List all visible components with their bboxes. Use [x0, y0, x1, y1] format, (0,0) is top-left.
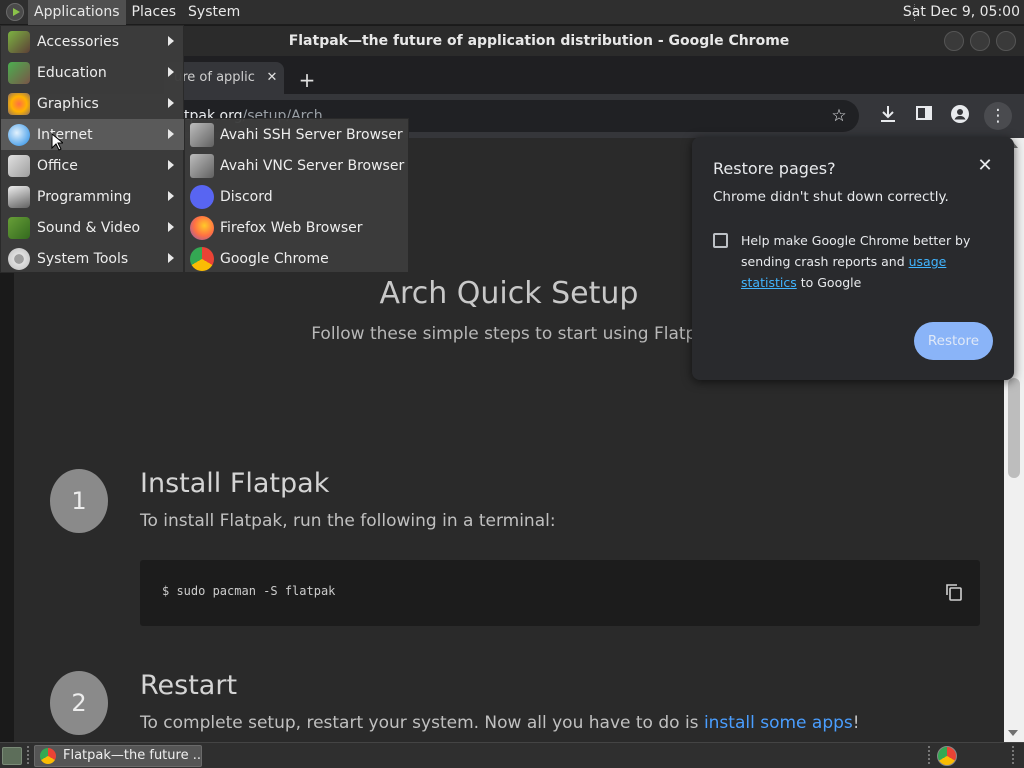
panel-handle [1012, 746, 1016, 764]
crash-report-label: Help make Google Chrome better by sendin… [741, 230, 991, 293]
tab-close-icon[interactable]: ✕ [264, 62, 280, 94]
menu-kebab-icon[interactable]: ⋮ [984, 102, 1012, 130]
restore-pages-dialog: Restore pages? ✕ Chrome didn't shut down… [692, 137, 1014, 380]
bookmark-star-icon[interactable]: ☆ [827, 104, 851, 128]
education-icon [8, 61, 30, 84]
applications-menu-button[interactable]: Applications [28, 0, 126, 25]
submenu-item-label: Google Chrome [220, 250, 329, 267]
firefox-icon [190, 215, 214, 240]
accessories-icon [8, 30, 30, 53]
internet-submenu: Avahi SSH Server Browser Avahi VNC Serve… [184, 118, 409, 273]
chrome-icon [40, 748, 56, 764]
submenu-item-google-chrome[interactable]: Google Chrome [185, 243, 410, 274]
programming-icon [8, 185, 30, 208]
menu-item-accessories[interactable]: Accessories [1, 26, 185, 57]
code-block: $ sudo pacman -S flatpak [140, 560, 980, 626]
step-1-title: Install Flatpak [140, 468, 330, 499]
graphics-icon [8, 92, 30, 115]
office-icon [8, 154, 30, 177]
menu-item-sound-video[interactable]: Sound & Video [1, 212, 185, 243]
bottom-panel: Flatpak—the future ... [0, 742, 1024, 768]
clock[interactable]: Sat Dec 9, 05:00 [903, 0, 1020, 25]
menu-item-internet[interactable]: Internet [1, 119, 185, 150]
avahi-icon [190, 122, 214, 147]
copy-icon[interactable] [944, 582, 964, 602]
submenu-item-label: Discord [220, 188, 273, 205]
step-2-suffix: ! [852, 713, 860, 733]
submenu-item-firefox[interactable]: Firefox Web Browser [185, 212, 410, 243]
side-panel-icon[interactable] [912, 104, 936, 128]
submenu-item-label: Avahi SSH Server Browser [220, 126, 403, 143]
close-icon[interactable]: ✕ [974, 155, 996, 177]
submenu-arrow-icon [168, 129, 174, 139]
taskbar-label: Flatpak—the future ... [63, 748, 202, 763]
step-1-description: To install Flatpak, run the following in… [140, 511, 556, 531]
panel-handle [27, 746, 31, 764]
submenu-arrow-icon [168, 36, 174, 46]
menu-item-label: Graphics [37, 95, 99, 112]
profile-icon[interactable] [948, 104, 972, 128]
step-2-number: 2 [50, 671, 108, 735]
show-desktop-icon[interactable] [2, 747, 22, 765]
discord-icon [190, 184, 214, 209]
download-icon[interactable] [876, 104, 900, 128]
menu-item-label: Education [37, 64, 107, 81]
menu-item-label: Accessories [37, 33, 120, 50]
menu-item-graphics[interactable]: Graphics [1, 88, 185, 119]
menu-item-system-tools[interactable]: System Tools [1, 243, 185, 274]
places-menu-button[interactable]: Places [126, 0, 183, 25]
window-title: Flatpak—the future of application distri… [288, 33, 790, 49]
submenu-arrow-icon [168, 253, 174, 263]
submenu-item-avahi-vnc[interactable]: Avahi VNC Server Browser [185, 150, 410, 181]
restore-dialog-message: Chrome didn't shut down correctly. [713, 189, 949, 205]
mouse-cursor-icon [51, 133, 63, 151]
minimize-button[interactable] [944, 31, 964, 51]
system-tools-icon [8, 247, 30, 270]
submenu-item-discord[interactable]: Discord [185, 181, 410, 212]
install-command[interactable]: $ sudo pacman -S flatpak [162, 584, 335, 598]
top-panel: Applications Places System Sat Dec 9, 05… [0, 0, 1024, 25]
close-window-button[interactable] [996, 31, 1016, 51]
menu-item-label: System Tools [37, 250, 129, 267]
submenu-arrow-icon [168, 222, 174, 232]
restore-button[interactable]: Restore [914, 322, 993, 360]
panel-handle [928, 746, 932, 764]
submenu-item-label: Avahi VNC Server Browser [220, 157, 405, 174]
restore-dialog-title: Restore pages? [713, 159, 836, 178]
crash-report-checkbox[interactable] [713, 233, 728, 248]
tab-title: ure of applic [174, 70, 255, 85]
menu-item-label: Office [37, 157, 78, 174]
submenu-item-label: Firefox Web Browser [220, 219, 363, 236]
applications-menu: Accessories Education Graphics Internet … [0, 25, 185, 274]
step-1-number: 1 [50, 469, 108, 533]
chrome-icon [190, 246, 214, 271]
new-tab-button[interactable]: + [294, 68, 320, 94]
crash-report-text-end: to Google [796, 275, 862, 290]
menu-item-education[interactable]: Education [1, 57, 185, 88]
submenu-item-avahi-ssh[interactable]: Avahi SSH Server Browser [185, 119, 410, 150]
submenu-arrow-icon [168, 191, 174, 201]
submenu-arrow-icon [168, 160, 174, 170]
submenu-arrow-icon [168, 98, 174, 108]
submenu-arrow-icon [168, 67, 174, 77]
install-apps-link[interactable]: install some apps [704, 713, 853, 733]
sound-video-icon [8, 216, 30, 239]
menu-item-programming[interactable]: Programming [1, 181, 185, 212]
step-2-title: Restart [140, 670, 238, 701]
tray-chrome-icon[interactable] [937, 746, 957, 766]
scroll-down-icon[interactable] [1008, 730, 1018, 736]
menu-item-label: Sound & Video [37, 219, 141, 236]
step-2-description: To complete setup, restart your system. … [140, 713, 860, 733]
scroll-thumb[interactable] [1008, 378, 1020, 478]
internet-icon [8, 123, 30, 146]
menu-item-label: Internet [37, 126, 93, 143]
avahi-icon [190, 153, 214, 178]
taskbar-chrome-window[interactable]: Flatpak—the future ... [34, 745, 202, 767]
applications-logo-icon[interactable] [6, 3, 24, 21]
menu-item-office[interactable]: Office [1, 150, 185, 181]
menu-item-label: Programming [37, 188, 132, 205]
system-menu-button[interactable]: System [182, 0, 246, 25]
step-2-text: To complete setup, restart your system. … [140, 713, 704, 733]
maximize-button[interactable] [970, 31, 990, 51]
